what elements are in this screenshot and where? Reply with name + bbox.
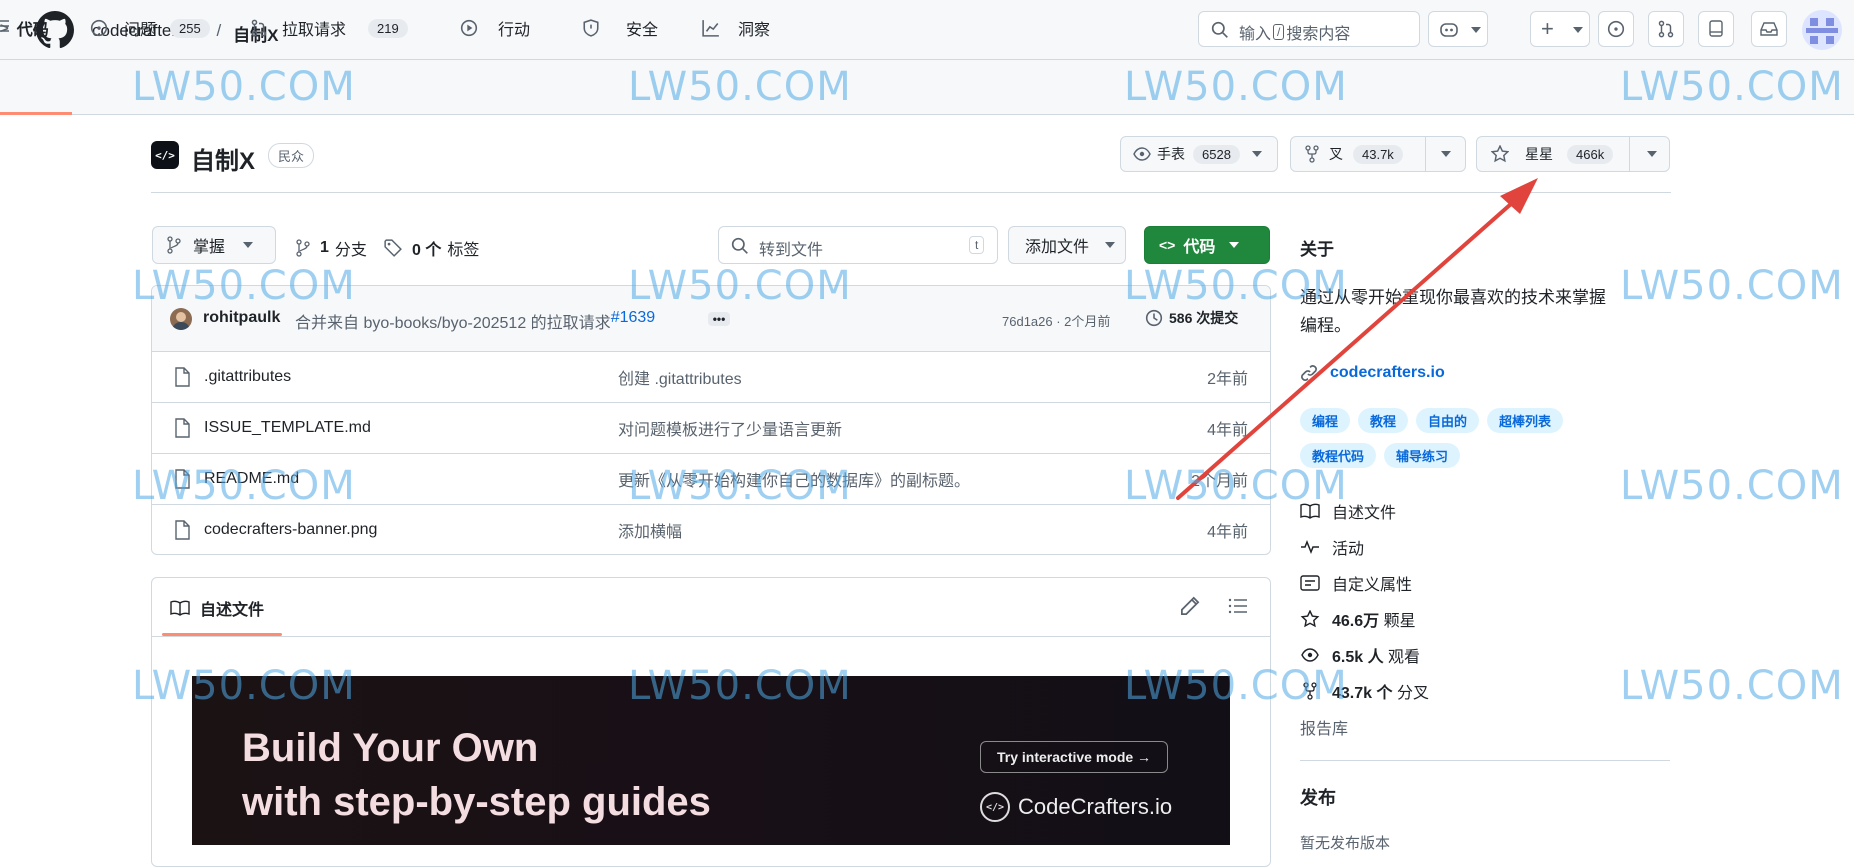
- annotation-arrow-shaft: [1176, 194, 1522, 500]
- annotation-arrow: [1176, 178, 1538, 500]
